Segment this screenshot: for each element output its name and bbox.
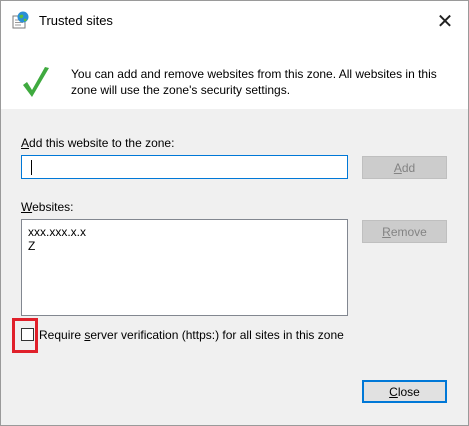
checkmark-icon [23, 67, 49, 97]
close-button[interactable]: Close [362, 380, 447, 403]
internet-options-icon [12, 11, 29, 29]
server-verification-label[interactable]: Require server verification (https:) for… [39, 328, 344, 342]
add-button[interactable]: Add [362, 156, 447, 179]
list-item[interactable]: xxx.xxx.x.x [28, 225, 341, 239]
window-title: Trusted sites [39, 13, 113, 28]
title-bar: Trusted sites ✕ [1, 1, 468, 41]
close-icon: ✕ [436, 10, 454, 33]
list-item[interactable]: Z [28, 239, 341, 253]
add-website-label: Add this website to the zone: [21, 136, 175, 150]
info-text: You can add and remove websites from thi… [71, 67, 437, 97]
text-caret [31, 160, 32, 175]
add-website-input[interactable] [21, 155, 348, 179]
websites-label: Websites: [21, 200, 74, 214]
highlight-box [12, 318, 38, 353]
trusted-sites-dialog: Trusted sites ✕ You can add and remove w… [0, 0, 469, 426]
websites-list[interactable]: xxx.xxx.x.x Z [21, 219, 348, 316]
close-window-button[interactable]: ✕ [422, 1, 468, 41]
info-panel: You can add and remove websites from thi… [1, 41, 468, 109]
remove-button[interactable]: Remove [362, 220, 447, 243]
